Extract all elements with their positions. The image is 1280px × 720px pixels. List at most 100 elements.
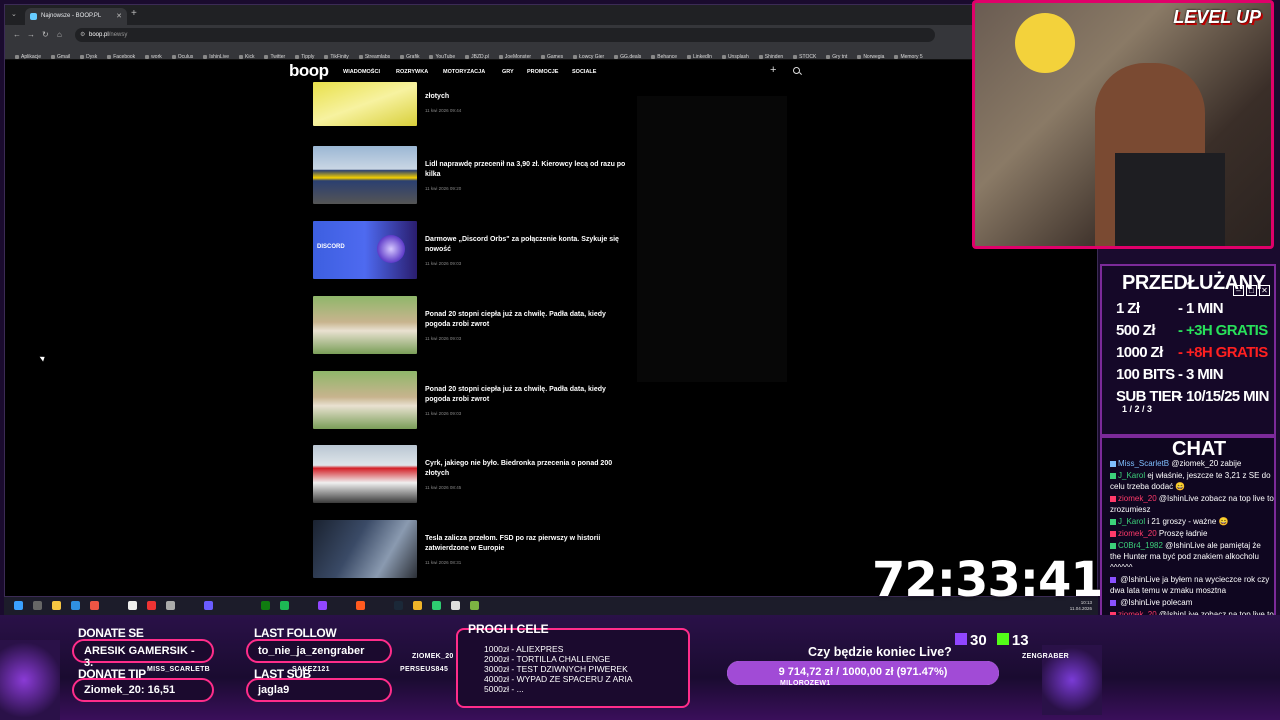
bookmark-item[interactable]: Facebook — [107, 50, 135, 59]
goals-title: PROGI I CELE — [468, 622, 549, 636]
app-icon[interactable] — [90, 601, 99, 610]
article-date: 11 kwi 2026 09:03 — [425, 261, 462, 266]
subathon-timer: 72:33:41 — [872, 552, 1104, 608]
chrome-icon[interactable] — [413, 601, 422, 610]
chat-username: J_Karol — [1118, 517, 1146, 526]
bookmark-item[interactable]: JoeMonster — [498, 50, 531, 59]
steam-icon[interactable] — [394, 601, 403, 610]
level-up-logo: LEVEL UP — [1173, 7, 1261, 27]
article-weather-2[interactable]: Ponad 20 stopni ciepła już za chwilę. Pa… — [313, 371, 633, 429]
bookmark-item[interactable]: YouTube — [429, 50, 455, 59]
taskview-icon[interactable] — [33, 601, 42, 610]
url-input[interactable]: ⚙ boop.pl/newsy — [75, 28, 935, 42]
badge-icon — [1110, 460, 1116, 467]
article-thumb — [313, 146, 417, 204]
bookmark-item[interactable]: Tipply — [295, 50, 314, 59]
explorer-icon[interactable] — [52, 601, 61, 610]
tab-active[interactable]: Najnowsze - BOOP.PL ✕ — [25, 8, 127, 25]
bookmark-item[interactable]: Games — [541, 50, 563, 59]
close-tab-icon[interactable]: ✕ — [116, 12, 122, 20]
article-thumb — [313, 82, 417, 126]
bookmark-item[interactable]: IshinLive — [203, 50, 229, 59]
donate-label: DONATE SE — [78, 626, 144, 640]
article-title: Cyrk, jakiego nie było. Biedronka przece… — [425, 460, 613, 477]
subathon-rules-panel: PRZEDŁUŻANY – □ ✕ 1 Zł - 1 MIN 500 Zł - +3H G… — [1100, 264, 1276, 436]
article-biedronka[interactable]: Cyrk, jakiego nie było. Biedronka przece… — [313, 445, 633, 503]
site-info-icon[interactable]: ⚙ — [80, 31, 85, 38]
app-icon[interactable] — [432, 601, 441, 610]
nav-promocje[interactable]: PROMOCJE — [527, 69, 558, 75]
bookmark-item[interactable]: Norwegia — [857, 50, 884, 59]
chat-username: Miss_ScarletB — [1118, 459, 1170, 468]
chat-username: ziomek_20 — [1118, 494, 1157, 503]
bookmark-item[interactable]: Gry tnt — [826, 50, 847, 59]
article-weather-1[interactable]: Ponad 20 stopni ciepła już za chwilę. Pa… — [313, 296, 633, 354]
badge-icon — [1110, 472, 1116, 479]
app-icon[interactable] — [451, 601, 460, 610]
nav-motoryzacja[interactable]: MOTORYZACJA — [443, 69, 485, 75]
store-icon[interactable] — [71, 601, 80, 610]
bookmark-item[interactable]: Kick — [239, 50, 254, 59]
bookmark-item[interactable]: STOCK — [793, 50, 816, 59]
sub-rule-reward: - 10/15/25 MIN — [1178, 388, 1269, 405]
article-date: 11 kwi 2026 09:20 — [425, 186, 462, 191]
bookmark-item[interactable]: Dysk — [80, 50, 97, 59]
bookmark-item[interactable]: Grafik — [400, 50, 419, 59]
chat-message: @IshinLive ja byłem na wycieczce rok czy… — [1110, 574, 1274, 596]
bookmark-item[interactable]: Twitter — [264, 50, 285, 59]
start-icon[interactable] — [14, 601, 23, 610]
article-tesla[interactable]: Tesla zalicza przełom. FSD po raz pierws… — [313, 520, 633, 578]
bookmark-item[interactable]: JBZD.pl — [465, 50, 489, 59]
xbox-icon[interactable] — [261, 601, 270, 610]
avatar-name: ZENGRABER — [1022, 653, 1070, 660]
bookmark-item[interactable]: Memory 5 — [894, 50, 923, 59]
bookmark-item[interactable]: Unsplash — [721, 50, 749, 59]
bookmark-item[interactable]: Gmail — [51, 50, 70, 59]
spotify-icon[interactable] — [280, 601, 289, 610]
bookmark-item[interactable]: LinkedIn — [687, 50, 712, 59]
forward-icon[interactable]: → — [27, 30, 35, 39]
chat-username: ziomek_20 — [1118, 529, 1157, 538]
bookmark-item[interactable]: Behance — [651, 50, 677, 59]
back-icon[interactable]: ← — [13, 30, 21, 39]
bookmark-item[interactable]: Oculus — [171, 50, 193, 59]
plus-icon[interactable]: + — [770, 64, 776, 76]
chat-username: J_Karol — [1118, 471, 1146, 480]
end-question: Czy będzie koniec Live? — [808, 645, 952, 659]
article-partial[interactable]: złotych 11 kwi 2026 09:44 — [313, 82, 633, 128]
nav-rozrywka[interactable]: ROZRYWKA — [396, 69, 428, 75]
chat-text: i 21 groszy - ważne 😄 — [1147, 517, 1229, 526]
app-icon[interactable] — [147, 601, 156, 610]
bookmark-item[interactable]: Streamlabs — [358, 50, 390, 59]
new-tab-icon[interactable]: + — [131, 8, 137, 19]
nav-gry[interactable]: GRY — [502, 69, 514, 75]
article-discord[interactable]: DISCORD Darmowe „Discord Orbs" za połącz… — [313, 221, 633, 279]
app-icon[interactable] — [470, 601, 479, 610]
reload-icon[interactable]: ↻ — [42, 30, 49, 39]
donation-progress-bar: 9 714,72 zł / 1000,00 zł (971.47%) — [727, 661, 999, 685]
article-date: 11 kwi 2026 09:44 — [425, 108, 462, 113]
bookmark-item[interactable]: TikFinity — [324, 50, 349, 59]
app-icon[interactable] — [128, 601, 137, 610]
bookmark-item[interactable]: work — [145, 50, 162, 59]
bookmark-item[interactable]: GG.deals — [614, 50, 641, 59]
app-icon[interactable] — [204, 601, 213, 610]
app-icon[interactable] — [356, 601, 365, 610]
bookmark-item[interactable]: Aplikacje — [15, 50, 41, 59]
badge-icon — [1110, 530, 1116, 537]
progress-text: 9 714,72 zł / 1000,00 zł (971.47%) — [778, 666, 948, 678]
sub-rule-amount: SUB TIER — [1116, 388, 1182, 405]
nav-sociale[interactable]: SOCIALE — [572, 69, 596, 75]
bookmark-item[interactable]: Shinden — [758, 50, 783, 59]
article-lidl[interactable]: Lidl naprawdę przecenił na 3,90 zł. Kier… — [313, 146, 633, 204]
app-icon[interactable] — [166, 601, 175, 610]
bookmark-item[interactable]: Łowcy Gier — [573, 50, 604, 59]
site-logo[interactable]: boop — [289, 61, 329, 81]
tab-menu-icon[interactable]: ⌄ — [11, 10, 17, 18]
search-icon[interactable] — [793, 67, 800, 74]
article-title: Lidl naprawdę przecenił na 3,90 zł. Kier… — [425, 161, 626, 178]
home-icon[interactable]: ⌂ — [57, 30, 62, 39]
twitch-icon[interactable] — [318, 601, 327, 610]
webcam-frame: LEVEL UP — [972, 0, 1274, 249]
nav-wiadomosci[interactable]: WIADOMOŚCI — [343, 69, 380, 75]
